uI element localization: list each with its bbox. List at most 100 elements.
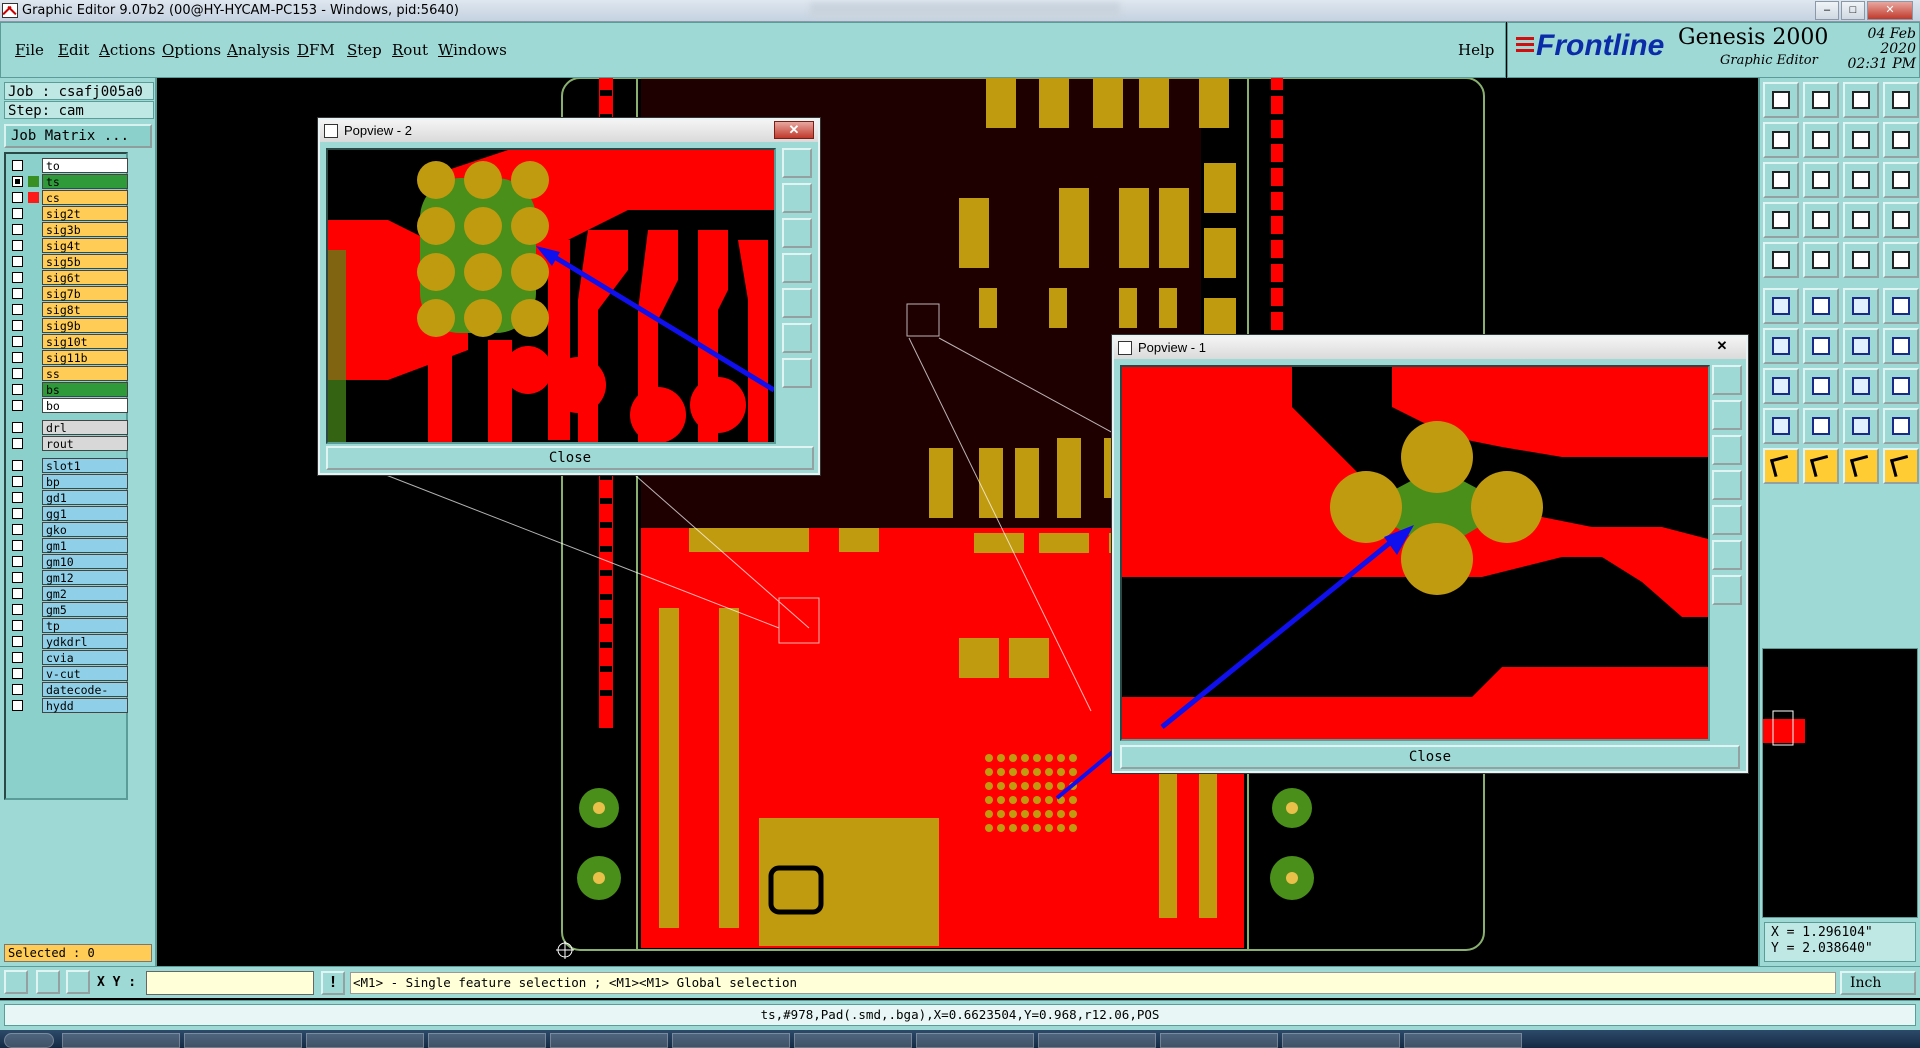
layer-name[interactable]: v-cut	[42, 666, 128, 681]
layer-checkbox[interactable]	[12, 224, 23, 235]
layer-name[interactable]: gm2	[42, 586, 128, 601]
layer-checkbox[interactable]	[12, 272, 23, 283]
layer-name[interactable]: gko	[42, 522, 128, 537]
triangle-c-icon[interactable]	[1843, 408, 1879, 444]
layer-row-gm1[interactable]: gm1	[8, 538, 128, 553]
layer-checkbox[interactable]	[12, 320, 23, 331]
popview-tool-3-icon[interactable]	[1712, 435, 1742, 465]
layer-row-gm10[interactable]: gm10	[8, 554, 128, 569]
grid-snap-icon[interactable]	[66, 970, 90, 994]
triangle-b-icon[interactable]	[1803, 408, 1839, 444]
layer-checkbox[interactable]	[12, 288, 23, 299]
layer-checkbox[interactable]	[12, 556, 23, 567]
layer-row-gm5[interactable]: gm5	[8, 602, 128, 617]
layer-name[interactable]: drl	[42, 420, 128, 435]
overview-minimap[interactable]	[1762, 648, 1918, 918]
measure-icon[interactable]	[36, 970, 60, 994]
layer-row-sig2t[interactable]: sig2t	[8, 206, 128, 221]
triangle-d-icon[interactable]	[1883, 408, 1919, 444]
popview-2-window[interactable]: Popview - 2 ✕ Close	[318, 118, 820, 475]
popview-1-x-button[interactable]: ✕	[1702, 338, 1742, 356]
layer-right-icon[interactable]	[1803, 122, 1839, 158]
layer-checkbox[interactable]	[12, 368, 23, 379]
layer-name[interactable]: slot1	[42, 458, 128, 473]
home-icon[interactable]	[1843, 82, 1879, 118]
popview-1-window[interactable]: Popview - 1 ✕ Close	[1112, 335, 1748, 773]
popview-tool-3-icon[interactable]	[782, 218, 812, 248]
pointer-move-icon[interactable]	[1843, 448, 1879, 484]
menu-windows[interactable]: Windows	[438, 41, 507, 59]
maximize-button[interactable]: □	[1841, 1, 1865, 20]
layer-row-bs[interactable]: bs	[8, 382, 128, 397]
pad-icon[interactable]	[1763, 242, 1799, 278]
popview-1-view[interactable]	[1120, 365, 1710, 741]
layer-row-datecode-pte[interactable]: datecode-pte	[8, 682, 128, 712]
menu-step[interactable]: Step	[347, 41, 382, 59]
layer-name[interactable]: sig7b	[42, 286, 128, 301]
layer-row-gg1[interactable]: gg1	[8, 506, 128, 521]
layer-checkbox[interactable]	[12, 620, 23, 631]
popview-2-close-button[interactable]: Close	[326, 446, 814, 470]
menu-options[interactable]: Options	[162, 41, 221, 59]
layer-name[interactable]: bp	[42, 474, 128, 489]
popview-1-titlebar[interactable]: Popview - 1	[1114, 337, 1746, 359]
popview-tool-6-icon[interactable]	[1712, 540, 1742, 570]
layer-checkbox[interactable]	[12, 540, 23, 551]
layer-row-sig3b[interactable]: sig3b	[8, 222, 128, 237]
help-query-icon[interactable]	[1883, 162, 1919, 198]
measure-line-icon[interactable]	[1803, 368, 1839, 404]
layer-name[interactable]: sig6t	[42, 270, 128, 285]
layer-checkbox[interactable]	[12, 176, 23, 187]
popview-tool-5-icon[interactable]	[782, 288, 812, 318]
layer-name[interactable]: gm10	[42, 554, 128, 569]
menu-rout[interactable]: Rout	[392, 41, 428, 59]
layer-name[interactable]: ss	[42, 366, 128, 381]
layer-checkbox[interactable]	[12, 476, 23, 487]
layer-checkbox[interactable]	[12, 240, 23, 251]
layer-checkbox[interactable]	[12, 604, 23, 615]
layer-row-gm12[interactable]: gm12	[8, 570, 128, 585]
layer-name[interactable]: hydd	[42, 698, 128, 713]
info-icon[interactable]: !	[321, 971, 345, 995]
scale-1to2-icon[interactable]	[1843, 162, 1879, 198]
layer-checkbox[interactable]	[12, 652, 23, 663]
redo-step-icon[interactable]	[1883, 122, 1919, 158]
menu-dfm[interactable]: DFM	[297, 41, 335, 59]
popview-tool-7-icon[interactable]	[1712, 575, 1742, 605]
layer-name[interactable]: datecode-pte	[42, 682, 128, 712]
layer-checkbox[interactable]	[12, 700, 23, 711]
layer-row-gm2[interactable]: gm2	[8, 586, 128, 601]
layer-checkbox[interactable]	[12, 352, 23, 363]
layer-name[interactable]: sig8t	[42, 302, 128, 317]
layer-name[interactable]: tp	[42, 618, 128, 633]
window-close-button[interactable]: ✕	[1867, 1, 1913, 20]
align-icon[interactable]	[1843, 368, 1879, 404]
line-angle-icon[interactable]	[1803, 328, 1839, 364]
popview-tool-4-icon[interactable]	[782, 253, 812, 283]
layer-checkbox[interactable]	[12, 572, 23, 583]
layer-checkbox[interactable]	[12, 304, 23, 315]
layer-checkbox[interactable]	[12, 160, 23, 171]
layer-row-sig7b[interactable]: sig7b	[8, 286, 128, 301]
layer-row-to[interactable]: to	[8, 158, 128, 173]
undo-step-icon[interactable]	[1843, 122, 1879, 158]
layer-name[interactable]: cvia	[42, 650, 128, 665]
menu-file[interactable]: File	[15, 41, 44, 59]
layer-name[interactable]: gm12	[42, 570, 128, 585]
profile-b-icon[interactable]	[1883, 202, 1919, 238]
popview-2-view[interactable]	[326, 148, 776, 444]
layer-name[interactable]: ts	[42, 174, 128, 189]
layer-name[interactable]: sig9b	[42, 318, 128, 333]
menu-actions[interactable]: Actions	[99, 41, 155, 59]
layer-down-icon[interactable]	[1803, 82, 1839, 118]
arc-icon[interactable]	[1843, 328, 1879, 364]
layer-name[interactable]: gm1	[42, 538, 128, 553]
ruler-icon[interactable]	[1843, 242, 1879, 278]
zoom-center-icon[interactable]	[1803, 162, 1839, 198]
job-matrix-button[interactable]: Job Matrix ...	[4, 124, 152, 148]
layer-row-hydd[interactable]: hydd	[8, 698, 128, 713]
layer-checkbox[interactable]	[12, 384, 23, 395]
route-icon[interactable]	[1883, 328, 1919, 364]
layer-checkbox[interactable]	[12, 422, 23, 433]
layer-checkbox[interactable]	[12, 508, 23, 519]
